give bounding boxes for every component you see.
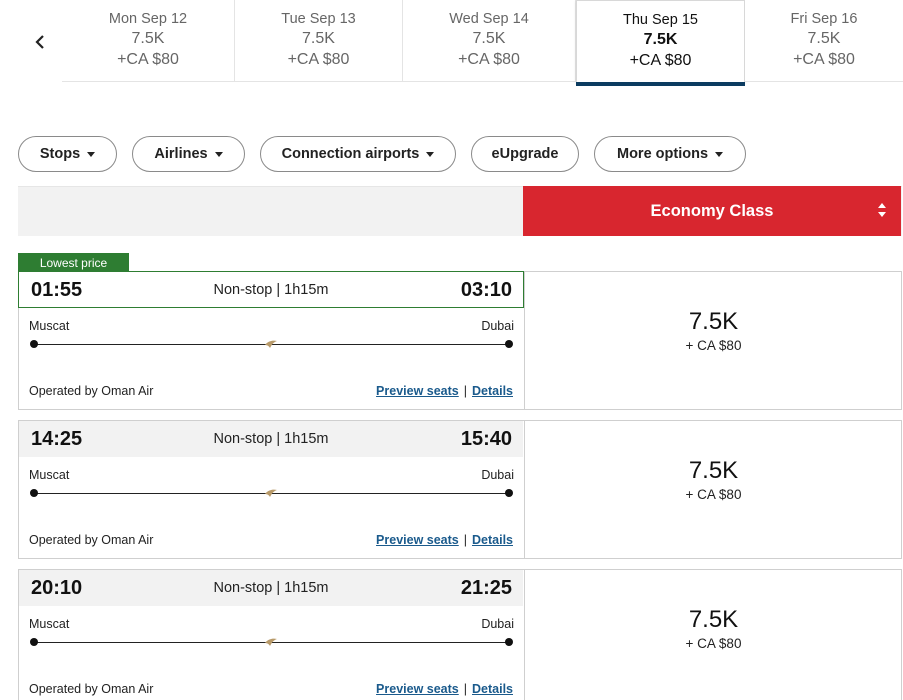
details-link[interactable]: Details [472,682,513,696]
date-label: Mon Sep 12 [108,11,188,27]
date-label: Thu Sep 15 [623,12,698,28]
stops-filter-button[interactable]: Stops [18,136,117,172]
details-link[interactable]: Details [472,533,513,547]
origin-city: Muscat [29,617,70,631]
caret-down-icon [426,151,435,157]
price-miles: 7.5K [688,457,739,484]
chevron-left-icon[interactable] [26,28,54,56]
date-tax: +CA $80 [287,51,350,68]
preview-seats-link[interactable]: Preview seats [376,533,459,547]
destination-dot [505,638,513,646]
date-miles: 7.5K [302,30,335,47]
date-tax: +CA $80 [117,51,179,68]
preview-seats-link[interactable]: Preview seats [376,384,459,398]
operated-by: Operated by Oman Air [29,533,154,547]
caret-down-icon [214,151,223,157]
destination-dot [505,340,513,348]
eupgrade-filter-button[interactable]: eUpgrade [471,136,579,172]
more-options-filter-button[interactable]: More options [594,136,746,172]
price-miles: 7.5K [688,606,739,633]
flight-links: Preview seats | Details [376,533,513,547]
destination-city: Dubai [481,468,514,482]
link-separator: | [463,533,467,547]
caret-down-icon [715,151,724,157]
date-tax: +CA $80 [629,52,692,69]
origin-dot [30,340,38,348]
preview-seats-link[interactable]: Preview seats [376,682,459,696]
price-tax: + CA $80 [685,487,742,502]
flight-info: 14:25 Non-stop | 1h15m 15:40 Muscat Duba… [19,421,524,558]
date-strip: Mon Sep 12 7.5K +CA $80 Tue Sep 13 7.5K … [0,0,903,88]
operated-by: Operated by Oman Air [29,682,154,696]
economy-price-cell[interactable]: 7.5K + CA $80 [524,272,901,409]
sort-icon [877,203,887,219]
oman-air-logo-icon [265,638,277,646]
flight-duration: Non-stop | 1h15m [213,282,329,298]
flight-row: 20:10 Non-stop | 1h15m 21:25 Muscat Duba… [18,569,902,700]
date-cell-0[interactable]: Mon Sep 12 7.5K +CA $80 [62,0,235,82]
connection-airports-filter-label: Connection airports [281,146,420,162]
flight-links: Preview seats | Details [376,682,513,696]
date-cell-1[interactable]: Tue Sep 13 7.5K +CA $80 [235,0,403,82]
date-label: Tue Sep 13 [281,11,356,27]
date-miles: 7.5K [807,30,841,47]
destination-dot [505,489,513,497]
arrival-time: 15:40 [460,428,512,450]
date-cell-selected[interactable]: Thu Sep 15 7.5K +CA $80 [576,0,745,86]
date-cell-4[interactable]: Fri Sep 16 7.5K +CA $80 [745,0,903,82]
economy-price-cell[interactable]: 7.5K + CA $80 [524,570,901,700]
flight-info: 01:55 Non-stop | 1h15m 03:10 Muscat Duba… [18,271,524,409]
airlines-filter-label: Airlines [154,146,208,162]
more-options-filter-label: More options [616,146,709,162]
cabin-label: Economy Class [650,201,774,220]
date-miles: 7.5K [643,31,678,48]
origin-city: Muscat [29,319,70,333]
arrival-time: 03:10 [460,279,512,301]
arrival-time: 21:25 [460,577,512,599]
origin-dot [30,489,38,497]
flight-links: Preview seats | Details [376,384,513,398]
caret-down-icon [87,151,96,157]
stops-filter-label: Stops [39,146,81,162]
date-tax: +CA $80 [793,51,855,68]
date-label: Wed Sep 14 [449,11,529,27]
destination-city: Dubai [481,617,514,631]
destination-city: Dubai [481,319,514,333]
lowest-price-badge: Lowest price [18,253,129,272]
oman-air-logo-icon [265,340,277,348]
flight-info: 20:10 Non-stop | 1h15m 21:25 Muscat Duba… [19,570,524,700]
link-separator: | [463,384,467,398]
date-miles: 7.5K [472,30,506,47]
price-tax: + CA $80 [685,338,742,353]
date-cell-2[interactable]: Wed Sep 14 7.5K +CA $80 [403,0,576,82]
operated-by: Operated by Oman Air [29,384,154,398]
link-separator: | [463,682,467,696]
connection-airports-filter-button[interactable]: Connection airports [260,136,456,172]
flight-row: 01:55 Non-stop | 1h15m 03:10 Muscat Duba… [18,271,902,410]
price-miles: 7.5K [688,308,739,335]
economy-price-cell[interactable]: 7.5K + CA $80 [524,421,901,558]
airlines-filter-button[interactable]: Airlines [132,136,245,172]
date-miles: 7.5K [131,30,165,47]
cabin-sort-button[interactable]: Economy Class [523,186,901,236]
flight-row: 14:25 Non-stop | 1h15m 15:40 Muscat Duba… [18,420,902,559]
eupgrade-filter-label: eUpgrade [491,146,559,162]
oman-air-logo-icon [265,489,277,497]
flight-duration: Non-stop | 1h15m [213,431,329,447]
flight-duration: Non-stop | 1h15m [213,580,329,596]
date-label: Fri Sep 16 [790,11,858,27]
details-link[interactable]: Details [472,384,513,398]
origin-city: Muscat [29,468,70,482]
price-tax: + CA $80 [685,636,742,651]
origin-dot [30,638,38,646]
date-tax: +CA $80 [458,51,520,68]
